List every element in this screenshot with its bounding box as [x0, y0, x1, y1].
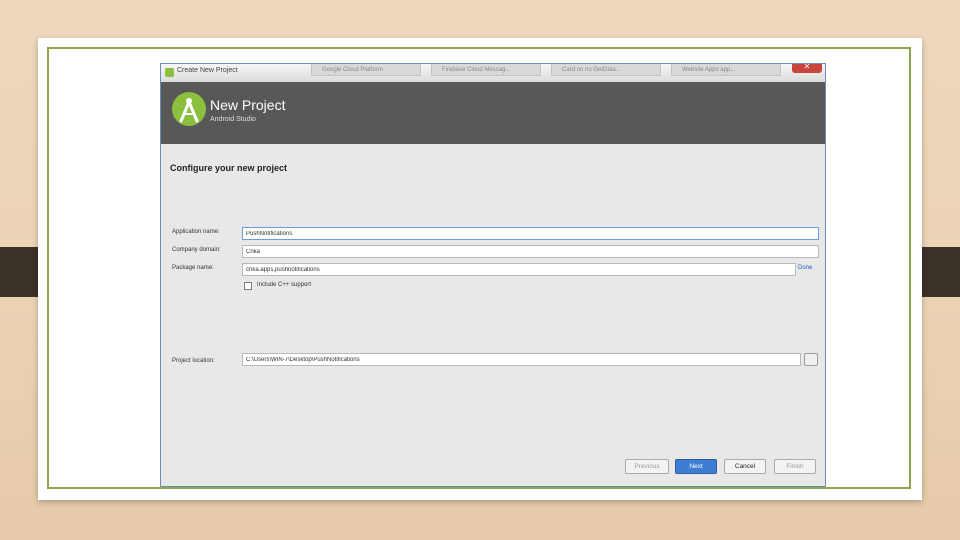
- project-location-label: Project location:: [172, 358, 215, 364]
- background-browser-tab: Google Cloud Platform: [311, 64, 421, 76]
- wizard-header: New Project Android Studio: [161, 82, 825, 144]
- package-name-done-link[interactable]: Done: [798, 265, 812, 271]
- background-browser-tab: Card on no GetData...: [551, 64, 661, 76]
- wizard-subtitle: Android Studio: [210, 116, 256, 123]
- background-browser-tab: Firebase Cloud Messag...: [431, 64, 541, 76]
- company-domain-label: Company domain:: [172, 247, 221, 253]
- presentation-slide: Create New Project Google Cloud Platform…: [38, 38, 922, 500]
- include-cpp-label: Include C++ support: [257, 282, 312, 288]
- application-name-label: Application name:: [172, 229, 220, 235]
- include-cpp-checkbox[interactable]: [244, 282, 252, 290]
- cancel-button[interactable]: Cancel: [724, 459, 766, 474]
- project-location-input[interactable]: [242, 353, 801, 366]
- wizard-title: New Project: [210, 97, 286, 113]
- package-name-input[interactable]: [242, 263, 796, 276]
- previous-button[interactable]: Previous: [625, 459, 669, 474]
- browse-location-button[interactable]: [804, 353, 818, 366]
- application-name-input[interactable]: [242, 227, 819, 240]
- next-button[interactable]: Next: [675, 459, 717, 474]
- section-title: Configure your new project: [170, 163, 288, 173]
- android-studio-logo: [172, 92, 206, 126]
- create-project-window: Create New Project Google Cloud Platform…: [160, 63, 826, 487]
- window-titlebar: Create New Project Google Cloud Platform…: [161, 64, 825, 83]
- company-domain-input[interactable]: [242, 245, 819, 258]
- background-browser-tab: Website Apps app...: [671, 64, 781, 76]
- close-window-button[interactable]: ✕: [792, 64, 822, 73]
- finish-button[interactable]: Finish: [774, 459, 816, 474]
- android-studio-icon: [165, 68, 174, 77]
- window-title: Create New Project: [177, 67, 238, 74]
- package-name-label: Package name:: [172, 265, 214, 271]
